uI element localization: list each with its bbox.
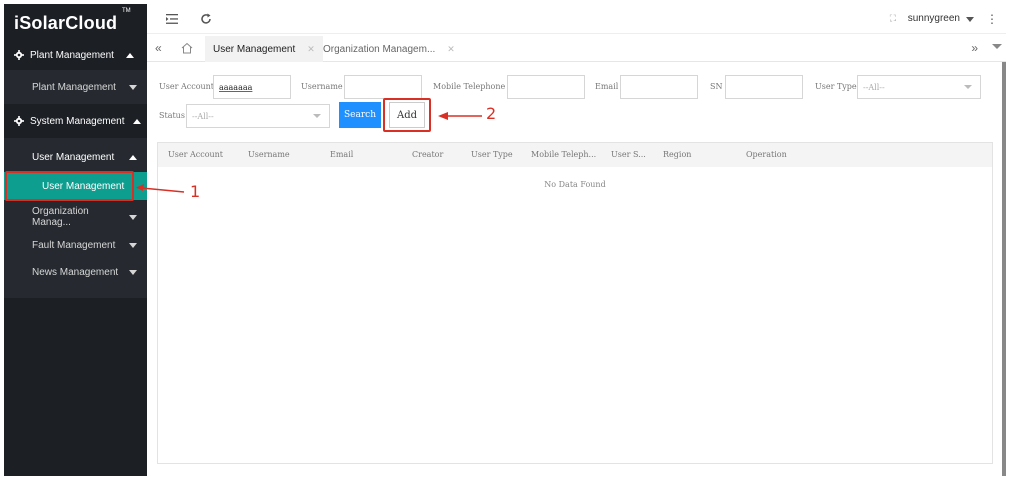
column-header[interactable]: Mobile Teleph...: [531, 150, 596, 159]
topbar: ⛶ sunnygreen ⋮: [147, 4, 1006, 34]
sidebar-leaf-wrap: User Management: [4, 171, 147, 201]
user-table: User Account Username Email Creator User…: [157, 142, 993, 464]
sidebar-item-label: Organization Manag...: [32, 206, 89, 228]
add-button[interactable]: Add: [389, 102, 425, 128]
tab-label: User Management: [213, 43, 296, 55]
user-type-label: User Type: [815, 82, 857, 91]
sn-input[interactable]: [725, 75, 803, 99]
sidebar-section-system-management[interactable]: System Management: [4, 104, 147, 138]
chevron-down-icon[interactable]: [966, 17, 974, 22]
caret-down-icon: [129, 84, 137, 90]
sidebar-item-label: Fault Management: [32, 239, 116, 251]
user-account-label: User Account: [159, 82, 215, 91]
sidebar-section-label: Plant Management: [30, 49, 114, 61]
annotation-number-2: 2: [486, 104, 497, 123]
tab-organization-management[interactable]: Organization Managem... ✕: [315, 36, 463, 62]
menu-fold-icon[interactable]: [165, 12, 179, 26]
fullscreen-icon[interactable]: ⛶: [890, 13, 896, 24]
logo: iSolarCloud: [14, 13, 118, 33]
chevron-down-icon: [313, 114, 321, 118]
caret-up-icon: [132, 118, 141, 124]
sidebar-group-spacer: [4, 286, 147, 298]
sidebar-item-label: News Management: [32, 266, 119, 278]
search-button[interactable]: Search: [339, 102, 381, 128]
sidebar-item-user-management[interactable]: User Management: [4, 142, 147, 172]
filter-panel: User Account aaaaaaa Username Mobile Tel…: [155, 72, 995, 132]
column-header[interactable]: Username: [248, 150, 290, 159]
annotation-arrow-1: [136, 184, 185, 193]
more-vertical-icon[interactable]: ⋮: [986, 12, 998, 26]
column-header[interactable]: Region: [663, 150, 691, 159]
annotation-number-1: 1: [190, 182, 201, 201]
chevron-down-icon: [964, 85, 972, 89]
tabs-scroll-right-icon[interactable]: »: [971, 41, 978, 55]
user-menu[interactable]: sunnygreen: [908, 13, 960, 24]
close-icon[interactable]: ✕: [307, 44, 315, 55]
mobile-telephone-label: Mobile Telephone: [433, 82, 506, 91]
caret-down-icon: [129, 269, 137, 275]
table-header: User Account Username Email Creator User…: [158, 143, 992, 167]
user-account-input[interactable]: aaaaaaa: [213, 75, 291, 99]
home-icon[interactable]: [181, 42, 193, 54]
sidebar-group-plant: Plant Management: [4, 70, 147, 104]
column-header[interactable]: User S...: [611, 150, 646, 159]
caret-down-icon: [129, 242, 137, 248]
sn-label: SN: [710, 82, 723, 91]
column-header[interactable]: Email: [330, 150, 353, 159]
sidebar-item-label: User Management: [32, 151, 115, 163]
status-select[interactable]: --All--: [186, 104, 330, 128]
trademark: TM: [122, 8, 131, 14]
gear-icon: [14, 50, 24, 60]
annotation-arrow-2: [438, 112, 482, 120]
logo-area: iSolarCloud TM: [4, 4, 147, 40]
vertical-scrollbar[interactable]: [1002, 62, 1006, 476]
chevron-down-icon[interactable]: [992, 44, 1002, 49]
status-label: Status: [159, 111, 185, 120]
column-header[interactable]: User Type: [471, 150, 513, 159]
sidebar-group-system: User Management User Management Organiza…: [4, 138, 147, 298]
username-input[interactable]: [344, 75, 422, 99]
sidebar-item-organization-management[interactable]: Organization Manag...: [4, 202, 147, 232]
tabs-scroll-left-icon[interactable]: «: [155, 41, 162, 55]
empty-state-text: No Data Found: [544, 180, 606, 189]
tab-user-management[interactable]: User Management ✕: [205, 36, 323, 62]
mobile-telephone-input[interactable]: [507, 75, 585, 99]
tab-label: Organization Managem...: [323, 43, 436, 55]
user-account-value: aaaaaaa: [219, 82, 253, 92]
user-type-value: --All--: [863, 82, 885, 92]
status-value: --All--: [192, 111, 214, 121]
user-type-select[interactable]: --All--: [857, 75, 981, 99]
username-label: Username: [301, 82, 343, 91]
close-icon[interactable]: ✕: [447, 44, 455, 55]
refresh-icon[interactable]: [199, 12, 213, 26]
caret-down-icon: [129, 214, 137, 220]
gear-icon: [14, 116, 24, 126]
sidebar-section-label: System Management: [30, 115, 125, 127]
sidebar-item-label: Plant Management: [32, 81, 116, 93]
sidebar-item-fault-management[interactable]: Fault Management: [4, 232, 147, 258]
column-header[interactable]: User Account: [168, 150, 223, 159]
tab-bar: « User Management ✕ Organization Managem…: [147, 36, 1006, 62]
sidebar-leaf-label: User Management: [42, 180, 125, 192]
sidebar-item-plant-management[interactable]: Plant Management: [4, 70, 147, 104]
column-header[interactable]: Operation: [746, 150, 787, 159]
sidebar-leaf-user-management[interactable]: User Management: [4, 172, 147, 200]
email-label: Email: [595, 82, 619, 91]
caret-up-icon: [129, 154, 137, 160]
sidebar: iSolarCloud TM Plant Management Plant Ma…: [4, 4, 147, 476]
sidebar-item-news-management[interactable]: News Management: [4, 258, 147, 286]
caret-up-icon: [125, 52, 134, 58]
email-input[interactable]: [620, 75, 698, 99]
sidebar-section-plant-management[interactable]: Plant Management: [4, 40, 147, 70]
column-header[interactable]: Creator: [412, 150, 443, 159]
